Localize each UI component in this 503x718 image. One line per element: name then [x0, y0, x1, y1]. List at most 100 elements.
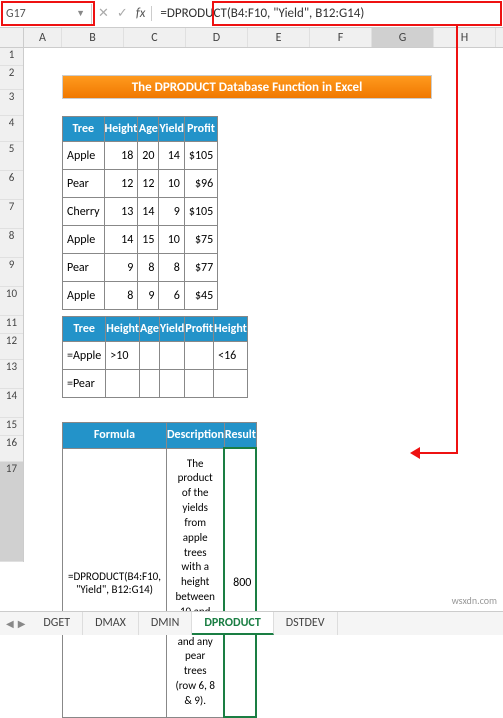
row-1[interactable]: 1 [0, 48, 23, 66]
cell[interactable]: 8 [104, 282, 138, 310]
cell[interactable]: 14 [138, 198, 159, 226]
tab-DPRODUCT[interactable]: DPRODUCT [192, 612, 273, 635]
cell[interactable] [185, 370, 214, 398]
row-16[interactable]: 16 [0, 436, 23, 462]
cell[interactable]: Cherry [63, 198, 105, 226]
cell[interactable] [140, 342, 160, 370]
cell[interactable]: 13 [104, 198, 138, 226]
cell[interactable]: <16 [214, 342, 248, 370]
cell-formula[interactable]: =DPRODUCT(B4:F10, "Yield", B12:G14) [63, 448, 167, 717]
th-profit2[interactable]: Profit [185, 317, 214, 342]
th-tree2[interactable]: Tree [63, 317, 106, 342]
cell[interactable]: 10 [159, 170, 184, 198]
cell[interactable]: 8 [138, 254, 159, 282]
col-F[interactable]: F [310, 28, 372, 47]
row-12[interactable]: 12 [0, 334, 23, 360]
th-formula[interactable]: Formula [63, 423, 167, 449]
col-A[interactable]: A [24, 28, 62, 47]
cell[interactable]: 8 [159, 254, 184, 282]
tab-next-icon[interactable]: ▶ [18, 617, 26, 630]
cell[interactable]: 10 [159, 226, 184, 254]
col-G[interactable]: G [372, 28, 434, 47]
enter-icon[interactable]: ✓ [117, 6, 128, 21]
cell[interactable]: 14 [159, 142, 184, 170]
tab-DSTDEV[interactable]: DSTDEV [274, 612, 338, 635]
result-table: Formula Description Result =DPRODUCT(B4:… [62, 422, 257, 718]
tab-prev-icon[interactable]: ◀ [6, 617, 14, 630]
cell[interactable]: =Apple [63, 342, 106, 370]
row-3[interactable]: 3 [0, 90, 23, 116]
th-age[interactable]: Age [138, 117, 159, 142]
col-E[interactable]: E [248, 28, 310, 47]
row-7[interactable]: 7 [0, 200, 23, 229]
formula-input[interactable]: =DPRODUCT(B4:F10, "Yield", B12:G14) [152, 3, 503, 24]
name-box-dropdown-icon[interactable]: ▼ [76, 8, 85, 19]
cell[interactable] [140, 370, 160, 398]
row-10[interactable]: 10 [0, 287, 23, 316]
cell[interactable]: 6 [159, 282, 184, 310]
row-13[interactable]: 13 [0, 360, 23, 389]
select-all-corner[interactable] [0, 28, 24, 47]
th-yield[interactable]: Yield [159, 117, 184, 142]
th-height2[interactable]: Height [106, 317, 140, 342]
cell[interactable]: 9 [159, 198, 184, 226]
col-H[interactable]: H [434, 28, 496, 47]
tab-DGET[interactable]: DGET [31, 612, 83, 635]
cell[interactable]: Apple [63, 142, 105, 170]
cell[interactable]: $105 [184, 142, 217, 170]
cell[interactable]: Pear [63, 254, 105, 282]
th-description[interactable]: Description [166, 423, 224, 449]
cell[interactable] [185, 342, 214, 370]
cell[interactable]: =Pear [63, 370, 106, 398]
cell[interactable]: $77 [184, 254, 217, 282]
row-8[interactable]: 8 [0, 229, 23, 258]
fx-icon[interactable]: fx [136, 6, 146, 21]
row-11[interactable]: 11 [0, 316, 23, 334]
cell[interactable]: 18 [104, 142, 138, 170]
row-9[interactable]: 9 [0, 258, 23, 287]
th-tree[interactable]: Tree [63, 117, 105, 142]
th-age2[interactable]: Age [140, 317, 160, 342]
cell[interactable] [159, 370, 184, 398]
th-height3[interactable]: Height [214, 317, 248, 342]
row-2[interactable]: 2 [0, 66, 23, 90]
cell[interactable]: 9 [104, 254, 138, 282]
cell[interactable]: >10 [106, 342, 140, 370]
cell[interactable] [159, 342, 184, 370]
cell[interactable]: 9 [138, 282, 159, 310]
cell[interactable]: Apple [63, 282, 105, 310]
cell[interactable]: 14 [104, 226, 138, 254]
row-4[interactable]: 4 [0, 116, 23, 142]
row-17[interactable]: 17 [0, 462, 23, 562]
cell[interactable]: 15 [138, 226, 159, 254]
cell[interactable]: $105 [184, 198, 217, 226]
th-height[interactable]: Height [104, 117, 138, 142]
cell-description[interactable]: The product of the yields from apple tre… [166, 448, 224, 717]
tab-DMAX[interactable]: DMAX [83, 612, 139, 635]
cell[interactable]: 12 [138, 170, 159, 198]
cell[interactable]: Apple [63, 226, 105, 254]
col-D[interactable]: D [186, 28, 248, 47]
tab-DMIN[interactable]: DMIN [139, 612, 192, 635]
formula-bar: G17 ▼ ✕ ✓ fx =DPRODUCT(B4:F10, "Yield", … [0, 0, 503, 28]
cell[interactable]: $45 [184, 282, 217, 310]
cell-result-G17[interactable]: 800 [224, 448, 256, 717]
cell[interactable]: Pear [63, 170, 105, 198]
row-5[interactable]: 5 [0, 142, 23, 171]
th-yield2[interactable]: Yield [159, 317, 184, 342]
name-box[interactable]: G17 ▼ [0, 4, 92, 24]
cell[interactable] [214, 370, 248, 398]
cell[interactable]: $96 [184, 170, 217, 198]
cell[interactable]: 12 [104, 170, 138, 198]
th-profit[interactable]: Profit [184, 117, 217, 142]
cell[interactable]: 20 [138, 142, 159, 170]
cancel-icon[interactable]: ✕ [98, 6, 109, 21]
row-14[interactable]: 14 [0, 389, 23, 418]
cell[interactable] [106, 370, 140, 398]
col-B[interactable]: B [62, 28, 124, 47]
th-result[interactable]: Result [224, 423, 256, 449]
row-15[interactable]: 15 [0, 418, 23, 436]
row-6[interactable]: 6 [0, 171, 23, 200]
col-C[interactable]: C [124, 28, 186, 47]
cell[interactable]: $75 [184, 226, 217, 254]
